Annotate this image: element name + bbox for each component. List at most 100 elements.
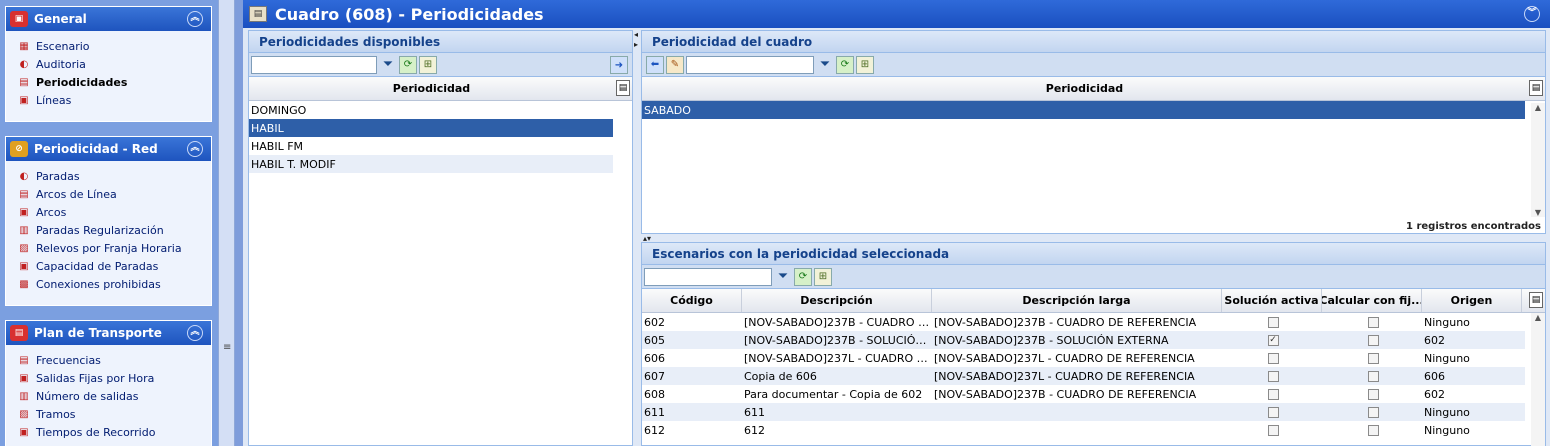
add-periodicity-icon[interactable]: ➜ — [610, 56, 628, 74]
table-row[interactable]: 607 Copia de 606 [NOV-SABADO]237L - CUADRO… — [642, 367, 1525, 385]
sidebar-group-general: ▣ General ︽ ▦ Escenario ◐ Auditoria ▤ Periodi… — [5, 6, 212, 122]
sidebar-item-icon: ▣ — [19, 372, 29, 384]
vertical-splitter[interactable]: ◂ ▸ — [633, 28, 641, 446]
column-menu-icon[interactable]: ▤ — [1529, 80, 1543, 96]
collapse-icon[interactable]: ︽ — [187, 325, 203, 341]
table-row[interactable]: 605 [NOV-SABADO]237B - SOLUCIÓN EX... [NOV… — [642, 331, 1525, 349]
checkbox[interactable] — [1267, 352, 1279, 364]
scenarios-search-input[interactable] — [644, 267, 772, 286]
export-excel-icon[interactable]: ⊞ — [856, 55, 874, 74]
column-menu-icon[interactable]: ▤ — [1529, 292, 1543, 308]
column-header-periodicidad[interactable]: Periodicidad — [642, 77, 1527, 100]
scroll-up-icon[interactable]: ▲ — [1531, 313, 1545, 322]
sidebar-group-header[interactable]: ▤ Plan de Transporte ︽ — [6, 321, 211, 345]
scenarios-scrollbar[interactable]: ▲ — [1531, 313, 1545, 446]
sidebar-item[interactable]: ▣ Salidas Fijas por Hora — [16, 369, 211, 387]
solution-active-cell: ✓ — [1222, 334, 1322, 346]
sidebar-group-header[interactable]: ⊘ Periodicidad - Red ︽ — [6, 137, 211, 161]
table-row[interactable]: DOMINGO — [249, 101, 613, 119]
checkbox[interactable] — [1367, 334, 1379, 346]
column-header[interactable]: Solución activa — [1222, 289, 1322, 312]
sidebar-item[interactable]: ▣ Capacidad de Paradas — [16, 257, 211, 275]
column-header[interactable]: Descripción — [742, 289, 932, 312]
sidebar-item[interactable]: ▣ Arcos — [16, 203, 211, 221]
checkbox[interactable] — [1267, 316, 1279, 328]
column-header[interactable]: Origen — [1422, 289, 1522, 312]
column-header[interactable]: Código — [642, 289, 742, 312]
scroll-up-icon[interactable]: ▲ — [1531, 103, 1545, 112]
table-row[interactable]: 602 [NOV-SABADO]237B - CUADRO DE ... [NOV-… — [642, 313, 1525, 331]
refresh-icon[interactable]: ⟳ — [399, 55, 417, 74]
checkbox[interactable] — [1367, 424, 1379, 436]
table-row[interactable]: SABADO — [642, 101, 1525, 119]
sidebar-item-label: Paradas — [36, 169, 80, 183]
table-row[interactable]: 606 [NOV-SABADO]237L - CUADRO DE ... [NOV-… — [642, 349, 1525, 367]
checkbox[interactable] — [1267, 424, 1279, 436]
table-row[interactable]: 608 Para documentar - Copia de 602 [NOV-SA… — [642, 385, 1525, 403]
expand-right-icon[interactable]: ▸ — [634, 40, 638, 49]
checkbox[interactable] — [1267, 388, 1279, 400]
scroll-down-icon[interactable]: ▼ — [1531, 208, 1545, 217]
column-header[interactable]: Descripción larga — [932, 289, 1222, 312]
origen-cell: Ninguno — [1424, 315, 1470, 329]
checkbox[interactable]: ✓ — [1267, 334, 1279, 346]
available-search-input[interactable] — [251, 55, 377, 74]
sidebar-group-title: General — [34, 12, 87, 26]
sidebar-item[interactable]: ◐ Auditoria — [16, 55, 211, 73]
checkbox[interactable] — [1367, 370, 1379, 382]
table-row[interactable]: HABIL T. MODIF — [249, 155, 613, 173]
sidebar-item[interactable]: ▥ Número de salidas — [16, 387, 211, 405]
desc-cell: 611 — [744, 405, 765, 419]
filter-icon[interactable]: ⏷ — [379, 56, 397, 74]
refresh-icon[interactable]: ⟳ — [836, 55, 854, 74]
codigo-cell: 605 — [644, 333, 665, 347]
column-header-periodicidad[interactable]: Periodicidad — [249, 77, 614, 100]
sidebar-item[interactable]: ▨ Tramos — [16, 405, 211, 423]
sidebar-item[interactable]: ▥ Paradas Regularización — [16, 221, 211, 239]
export-excel-icon[interactable]: ⊞ — [814, 267, 832, 286]
sidebar-item[interactable]: ◐ Paradas — [16, 167, 211, 185]
remove-periodicity-icon[interactable]: ⬅ — [646, 55, 664, 74]
sidebar-item[interactable]: ▩ Conexiones prohibidas — [16, 275, 211, 293]
assigned-scrollbar[interactable]: ▲ ▼ — [1531, 103, 1545, 217]
table-row[interactable]: 611 611 Ninguno — [642, 403, 1525, 421]
checkbox[interactable] — [1367, 406, 1379, 418]
sidebar-item[interactable]: ▤ Frecuencias — [16, 351, 211, 369]
column-menu-icon[interactable]: ▤ — [616, 80, 630, 96]
periodicity-cell: HABIL — [251, 121, 284, 135]
sidebar-item-icon: ◐ — [19, 58, 29, 70]
checkbox[interactable] — [1267, 370, 1279, 382]
filter-icon[interactable]: ⏷ — [816, 56, 834, 74]
calc-fixed-cell — [1322, 370, 1422, 382]
edit-icon[interactable]: ✎ — [666, 55, 684, 74]
sidebar-item[interactable]: ▨ Relevos por Franja Horaria — [16, 239, 211, 257]
sidebar-item[interactable]: ▤ Periodicidades — [16, 73, 211, 91]
splitter-grip-icon[interactable]: ≡ — [223, 342, 231, 353]
bus-stop-icon: ▣ — [10, 11, 28, 27]
collapse-icon[interactable]: ︽ — [187, 141, 203, 157]
sidebar-group-title: Plan de Transporte — [34, 326, 162, 340]
sidebar-group-periodicidad-red: ⊘ Periodicidad - Red ︽ ◐ Paradas ▤ Arcos de… — [5, 136, 212, 306]
sidebar-splitter[interactable]: ≡ — [218, 0, 235, 446]
sidebar-item[interactable]: ▣ Líneas — [16, 91, 211, 109]
sidebar-item[interactable]: ▤ Arcos de Línea — [16, 185, 211, 203]
origen-cell: Ninguno — [1424, 405, 1470, 419]
checkbox[interactable] — [1267, 406, 1279, 418]
column-header[interactable]: Calcular con fij... — [1322, 289, 1422, 312]
table-row[interactable]: HABIL FM — [249, 137, 613, 155]
table-row[interactable]: 612 612 Ninguno — [642, 421, 1525, 439]
collapse-window-icon[interactable]: ︾ — [1524, 6, 1540, 22]
filter-icon[interactable]: ⏷ — [774, 268, 792, 286]
sidebar-item[interactable]: ▣ Tiempos de Recorrido — [16, 423, 211, 441]
table-row[interactable]: HABIL — [249, 119, 613, 137]
sidebar-group-header[interactable]: ▣ General ︽ — [6, 7, 211, 31]
checkbox[interactable] — [1367, 388, 1379, 400]
checkbox[interactable] — [1367, 352, 1379, 364]
collapse-icon[interactable]: ︽ — [187, 11, 203, 27]
sidebar-item[interactable]: ▦ Escenario — [16, 37, 211, 55]
checkbox[interactable] — [1367, 316, 1379, 328]
refresh-icon[interactable]: ⟳ — [794, 267, 812, 286]
export-excel-icon[interactable]: ⊞ — [419, 55, 437, 74]
collapse-left-icon[interactable]: ◂ — [634, 30, 638, 39]
assigned-search-input[interactable] — [686, 55, 814, 74]
